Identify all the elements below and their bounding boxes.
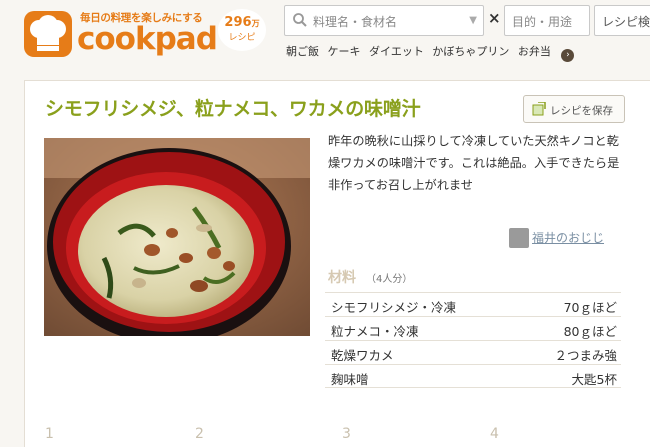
recipe-description: 昨年の晩秋に山採りして冷凍していた天然キノコと乾燥ワカメの味噌汁です。これは絶品… bbox=[328, 134, 620, 192]
dropdown-caret-icon[interactable]: ▼ bbox=[469, 15, 477, 26]
ingredient-name: 乾燥ワカメ bbox=[331, 348, 394, 363]
times-icon: × bbox=[488, 9, 501, 27]
author-link[interactable]: 福井のおじじ bbox=[509, 227, 604, 249]
save-recipe-button[interactable]: レシピを保存 bbox=[523, 95, 625, 123]
cookpad-logo[interactable]: 毎日の料理を楽しみにする cookpad bbox=[22, 5, 222, 61]
purpose-search-input[interactable]: 目的・用途 bbox=[504, 5, 590, 36]
ingredient-row: シモフリシメジ・冷凍 70ｇほど bbox=[325, 292, 621, 316]
ingredient-row: 麹味噌 大匙5杯 bbox=[325, 364, 621, 388]
ingredients-title: 材料 bbox=[328, 270, 356, 286]
ingredient-quantity: 70ｇほど bbox=[563, 300, 617, 315]
save-recipe-label: レシピを保存 bbox=[550, 105, 613, 117]
step-numbers: 1 2 3 4 bbox=[45, 426, 645, 446]
ingredients-list: シモフリシメジ・冷凍 70ｇほど 粒ナメコ・冷凍 80ｇほど 乾燥ワカメ ２つま… bbox=[325, 292, 621, 388]
ingredient-name: 麹味噌 bbox=[331, 372, 369, 387]
purpose-placeholder: 目的・用途 bbox=[512, 15, 573, 29]
keyword-link[interactable]: ケーキ bbox=[328, 45, 361, 58]
keyword-link[interactable]: ダイエット bbox=[369, 45, 424, 58]
step-number: 4 bbox=[490, 426, 499, 442]
ingredients-heading: 材料 （4人分） bbox=[328, 267, 412, 287]
step-number: 1 bbox=[45, 426, 54, 442]
popular-keywords: 朝ご飯 ケーキ ダイエット かぼちゃプリン お弁当 › bbox=[286, 43, 579, 62]
ingredient-quantity: 大匙5杯 bbox=[571, 372, 617, 387]
ingredient-row: 粒ナメコ・冷凍 80ｇほど bbox=[325, 316, 621, 340]
ingredient-quantity: 80ｇほど bbox=[563, 324, 617, 339]
keyword-link[interactable]: お弁当 bbox=[518, 45, 551, 58]
author-name[interactable]: 福井のおじじ bbox=[532, 231, 604, 245]
keyword-link[interactable]: 朝ご飯 bbox=[286, 45, 319, 58]
author-avatar[interactable] bbox=[509, 227, 529, 248]
recipe-card: シモフリシメジ、粒ナメコ、ワカメの味噌汁 レシピを保存 昨年の晩秋に山採りして冷… bbox=[24, 80, 650, 447]
recipe-title: シモフリシメジ、粒ナメコ、ワカメの味噌汁 bbox=[45, 98, 421, 120]
ingredient-name: 粒ナメコ・冷凍 bbox=[331, 324, 419, 339]
ingredient-quantity: ２つまみ強 bbox=[554, 348, 617, 363]
recipe-count: 296 bbox=[224, 15, 252, 30]
miso-soup-photo bbox=[44, 138, 310, 336]
site-header: 毎日の料理を楽しみにする cookpad 296万 レシピ 料理名・食材名 ▼ … bbox=[0, 0, 650, 70]
recipe-count-badge: 296万 レシピ bbox=[218, 9, 266, 51]
recipe-photo[interactable] bbox=[44, 138, 310, 336]
step-number: 2 bbox=[195, 426, 204, 442]
search-button[interactable]: レシピ検 bbox=[594, 5, 650, 36]
chevron-right-icon[interactable]: › bbox=[561, 49, 575, 62]
recipe-count-suffix: 万 bbox=[251, 19, 260, 28]
search-icon bbox=[293, 13, 307, 27]
save-icon bbox=[532, 102, 546, 116]
brand-wordmark: cookpad bbox=[77, 21, 218, 57]
search-button-label: レシピ検 bbox=[602, 15, 650, 29]
ingredient-name: シモフリシメジ・冷凍 bbox=[331, 300, 457, 315]
servings: （4人分） bbox=[366, 274, 413, 285]
recipe-count-unit: レシピ bbox=[228, 33, 256, 43]
ingredient-search-input[interactable]: 料理名・食材名 ▼ bbox=[284, 5, 484, 36]
ingredient-row: 乾燥ワカメ ２つまみ強 bbox=[325, 340, 621, 364]
step-number: 3 bbox=[342, 426, 351, 442]
keyword-link[interactable]: かぼちゃプリン bbox=[432, 45, 509, 58]
search-placeholder: 料理名・食材名 bbox=[313, 15, 398, 29]
chef-hat-icon bbox=[24, 11, 72, 57]
